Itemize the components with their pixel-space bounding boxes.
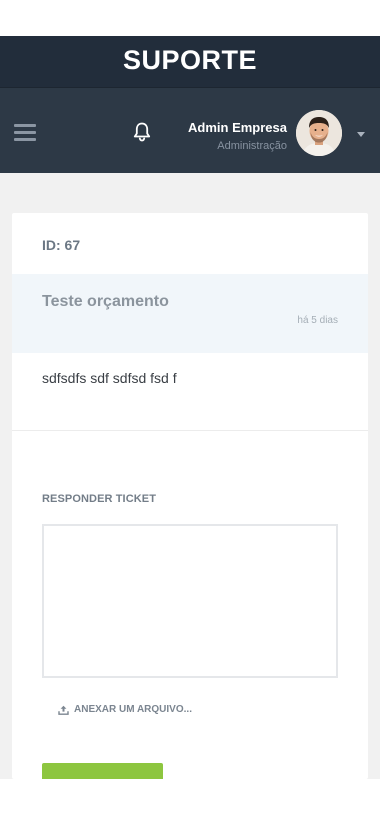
reply-textarea[interactable] — [42, 524, 338, 678]
ticket-time: há 5 dias — [297, 315, 338, 326]
hamburger-line — [14, 124, 36, 127]
hamburger-icon[interactable] — [14, 124, 36, 141]
caret-down-icon[interactable] — [357, 132, 365, 137]
divider — [12, 430, 368, 431]
app-title: SUPORTE — [122, 45, 258, 75]
top-navbar: Admin Empresa Administração — [0, 87, 380, 173]
avatar[interactable] — [296, 110, 342, 156]
user-name[interactable]: Admin Empresa — [188, 120, 287, 135]
bell-icon[interactable] — [132, 121, 152, 143]
ticket-subject-band: Teste orçamento há 5 dias — [12, 274, 368, 353]
hamburger-line — [14, 138, 36, 141]
upload-icon — [58, 705, 69, 715]
attach-file-label: ANEXAR UM ARQUIVO... — [74, 704, 192, 715]
ticket-message: sdfsdfs sdf sdfsd fsd f — [42, 370, 177, 386]
app-frame: SUPORTE Admin Empresa Administração ID: … — [0, 0, 380, 816]
user-role: Administração — [217, 140, 287, 152]
attach-file-button[interactable]: ANEXAR UM ARQUIVO... — [58, 704, 192, 715]
title-bar: SUPORTE — [0, 36, 380, 87]
bottom-area — [0, 779, 380, 816]
ticket-id: ID: 67 — [42, 237, 81, 253]
submit-reply-button[interactable] — [42, 763, 163, 779]
ticket-card: ID: 67 Teste orçamento há 5 dias sdfsdfs… — [12, 213, 368, 779]
reply-label: RESPONDER TICKET — [42, 493, 157, 505]
ticket-subject: Teste orçamento — [42, 293, 169, 310]
hamburger-line — [14, 131, 36, 134]
